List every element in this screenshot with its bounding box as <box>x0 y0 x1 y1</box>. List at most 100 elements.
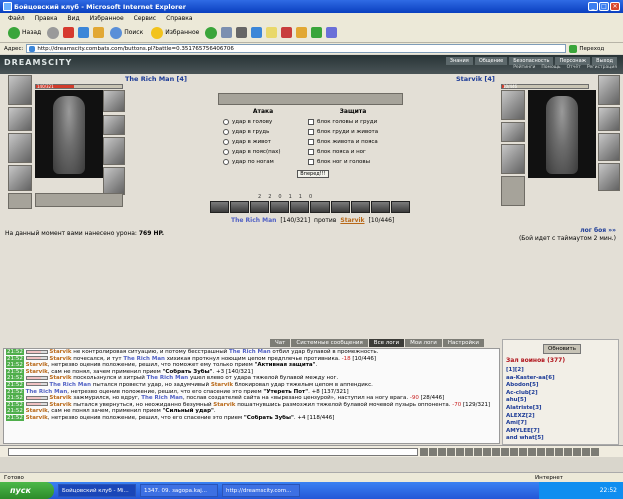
warrior-item[interactable]: AMYLEE[7] <box>506 428 616 436</box>
radio-icon[interactable] <box>223 159 229 165</box>
checkbox-icon[interactable] <box>308 119 314 125</box>
minimize-button[interactable]: _ <box>588 2 598 11</box>
checkbox-icon[interactable] <box>308 149 314 155</box>
checkbox-icon[interactable] <box>308 129 314 135</box>
menu-edit[interactable]: Правка <box>35 15 58 22</box>
attack-stomach-option[interactable]: удар в живот <box>223 137 303 147</box>
folder-icon[interactable] <box>266 27 278 38</box>
player1-name[interactable]: The Rich Man [4] <box>125 75 187 83</box>
chat-button-17[interactable] <box>564 448 572 456</box>
mail-icon[interactable] <box>221 27 233 38</box>
back-button[interactable]: Назад <box>6 26 43 40</box>
tab-system[interactable]: Системные сообщения <box>291 339 368 347</box>
chat-button-4[interactable] <box>447 448 455 456</box>
chat-button-3[interactable] <box>438 448 446 456</box>
chat-button-15[interactable] <box>546 448 554 456</box>
subnav-register[interactable]: Регистрация <box>587 65 617 70</box>
skill-icon-5[interactable] <box>290 201 310 213</box>
skill-icon-4[interactable] <box>270 201 290 213</box>
skill-icon-7[interactable] <box>330 201 350 213</box>
refresh-icon[interactable] <box>78 27 90 38</box>
chat-button-10[interactable] <box>501 448 509 456</box>
chat-button-8[interactable] <box>483 448 491 456</box>
go-button[interactable]: Переход <box>569 44 604 53</box>
attack-legs-option[interactable]: удар по ногам <box>223 157 303 167</box>
spell-slots-row[interactable] <box>218 93 403 105</box>
menu-favorites[interactable]: Избранное <box>90 15 124 22</box>
radio-icon[interactable] <box>223 149 229 155</box>
skill-icon-10[interactable] <box>390 201 410 213</box>
task-ie[interactable]: Бойцовский клуб - Mi... <box>58 484 136 497</box>
skill-icon-6[interactable] <box>310 201 330 213</box>
chat-button-11[interactable] <box>510 448 518 456</box>
chat-button-1[interactable] <box>420 448 428 456</box>
radio-icon[interactable] <box>223 129 229 135</box>
belt-slot[interactable] <box>8 193 32 209</box>
menu-tools[interactable]: Сервис <box>134 15 156 22</box>
extension-icon-2[interactable] <box>296 27 308 38</box>
task-2[interactable]: 1347. 09. заgора.kaj... <box>140 484 218 497</box>
topnav-character[interactable]: Персонаж <box>555 57 591 65</box>
warrior-item[interactable]: Alatriste[3] <box>506 405 616 413</box>
extension-icon-4[interactable] <box>326 27 338 38</box>
amulet-slot[interactable] <box>8 107 32 131</box>
menu-help[interactable]: Справка <box>166 15 192 22</box>
battle-log[interactable]: 21:52 Starvik не контролировая ситуацию,… <box>3 348 500 444</box>
tab-all-logs[interactable]: Все логи <box>368 339 405 347</box>
chat-button-7[interactable] <box>474 448 482 456</box>
chat-button-16[interactable] <box>555 448 563 456</box>
warrior-item[interactable]: ALEXZ[2] <box>506 413 616 421</box>
attack-belt-option[interactable]: удар в пояс(пах) <box>223 147 303 157</box>
radio-icon[interactable] <box>223 119 229 125</box>
warrior-item[interactable]: ahu[5] <box>506 397 616 405</box>
forward-arrow-icon[interactable] <box>47 26 60 39</box>
tab-my-logs[interactable]: Мои логи <box>405 339 442 347</box>
player2-name[interactable]: Starvik [4] <box>456 75 495 83</box>
skill-ribbon[interactable] <box>210 201 410 213</box>
go-attack-button[interactable]: Вперед!!! <box>297 170 329 178</box>
block-head-chest-option[interactable]: блок головы и груди <box>308 117 398 127</box>
ring-slot-1[interactable] <box>103 90 125 112</box>
search-button[interactable]: Поиск <box>108 26 145 40</box>
edit-icon[interactable] <box>251 27 263 38</box>
block-legs-head-option[interactable]: блок ног и головы <box>308 157 398 167</box>
checkbox-icon[interactable] <box>308 139 314 145</box>
warriors-list[interactable]: [1][2] aa-Kaster-aa[6] Abodon[5] Ac-club… <box>506 367 616 443</box>
tab-settings[interactable]: Настройки <box>442 339 484 347</box>
topnav-knowledge[interactable]: Знания <box>445 57 473 65</box>
shield-slot[interactable] <box>103 137 125 165</box>
extension-icon-1[interactable] <box>281 27 293 38</box>
block-belt-legs-option[interactable]: блок пояса и ног <box>308 147 398 157</box>
radio-icon[interactable] <box>223 139 229 145</box>
chat-button-9[interactable] <box>492 448 500 456</box>
helmet-slot[interactable] <box>8 75 32 105</box>
skill-icon-9[interactable] <box>370 201 390 213</box>
chat-button-20[interactable] <box>591 448 599 456</box>
skill-icon-1[interactable] <box>210 201 230 213</box>
warrior-item[interactable]: and what[5] <box>506 435 616 443</box>
chat-button-6[interactable] <box>465 448 473 456</box>
chat-button-19[interactable] <box>582 448 590 456</box>
skill-icon-8[interactable] <box>350 201 370 213</box>
weapon-slot[interactable] <box>8 133 32 163</box>
extension-icon-3[interactable] <box>311 27 323 38</box>
history-icon[interactable] <box>205 26 218 39</box>
subnav-help[interactable]: Помощь <box>541 65 560 70</box>
gloves-slot[interactable] <box>103 115 125 135</box>
favorites-button[interactable]: Избранное <box>149 26 201 40</box>
warrior-item[interactable]: Abodon[5] <box>506 382 616 390</box>
block-stomach-belt-option[interactable]: блок живота и пояса <box>308 137 398 147</box>
print-icon[interactable] <box>236 27 248 38</box>
stop-icon[interactable] <box>63 27 75 38</box>
attack-chest-option[interactable]: удар в грудь <box>223 127 303 137</box>
warrior-item[interactable]: aa-Kaster-aa[6] <box>506 375 616 383</box>
warrior-item[interactable]: Ami[7] <box>506 420 616 428</box>
skill-icon-2[interactable] <box>230 201 250 213</box>
chat-button-2[interactable] <box>429 448 437 456</box>
address-input[interactable]: http://dreamscity.combats.com/buttons.pl… <box>26 44 567 53</box>
refresh-button[interactable]: Обновить <box>543 344 581 354</box>
vs-player1[interactable]: The Rich Man <box>231 217 276 224</box>
subnav-report[interactable]: Отчёт <box>567 65 581 70</box>
chat-button-18[interactable] <box>573 448 581 456</box>
topnav-exit[interactable]: Выход <box>592 57 617 65</box>
